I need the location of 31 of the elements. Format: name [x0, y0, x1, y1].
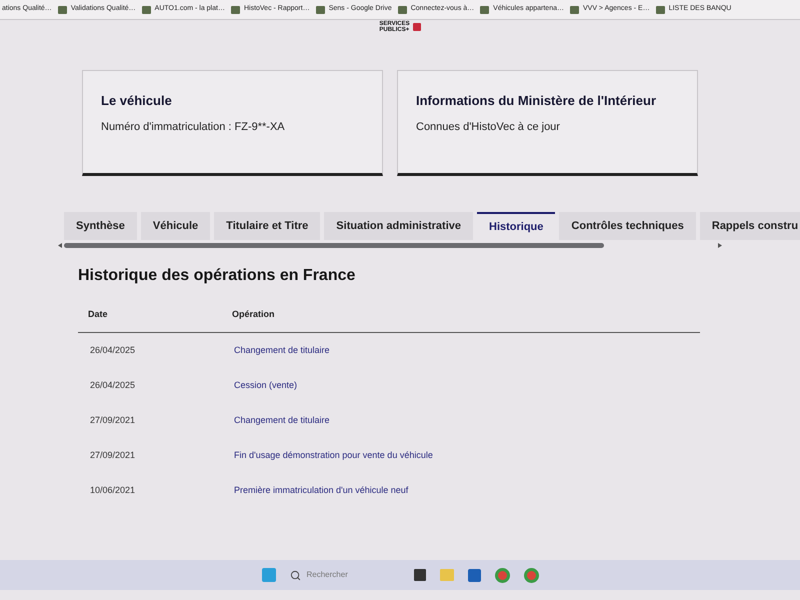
table-cell-text: Changement de titulaire: [234, 344, 331, 358]
scroll-left-icon[interactable]: [58, 242, 62, 248]
column-header: Opération: [232, 308, 276, 321]
column-header: Date: [88, 308, 109, 321]
card-title: Informations du Ministère de l'Intérieur: [416, 92, 658, 110]
card-title: Le véhicule: [101, 92, 173, 110]
card-text: Numéro d'immatriculation : FZ-9**-XA: [101, 120, 286, 134]
tab[interactable]: Rappels constru: [700, 212, 800, 240]
table-cell-text: 26/04/2025: [90, 344, 136, 358]
windows-start-icon[interactable]: [262, 568, 276, 582]
table-cell-text: Première immatriculation d'un véhicule neuf: [234, 484, 410, 498]
tab[interactable]: Véhicule: [140, 212, 210, 240]
search-icon: [290, 570, 300, 580]
table-cell-text: Changement de titulaire: [234, 414, 331, 428]
table-cell-text: Fin d'usage démonstration pour vente du véhicule: [234, 449, 434, 462]
tab[interactable]: Titulaire et Titre: [214, 212, 320, 240]
table-cell-text: Cession (vente): [234, 379, 298, 392]
scroll-right-icon[interactable]: [718, 242, 722, 248]
table-cell-text: 27/09/2021: [90, 414, 136, 428]
scrollbar-thumb[interactable]: [64, 242, 604, 248]
browser-icon[interactable]: [524, 568, 538, 582]
browser-icon[interactable]: [494, 568, 510, 582]
card-text: Connues d'HistoVec à ce jour: [416, 120, 561, 134]
tab[interactable]: Synthèse: [64, 212, 137, 240]
tab[interactable]: Contrôles techniques: [559, 212, 696, 240]
table-cell-text: 10/06/2021: [90, 484, 136, 498]
tab[interactable]: Situation administrative: [324, 212, 473, 240]
table-cell-text: 26/04/2025: [90, 379, 136, 392]
logo-icon: [412, 23, 421, 31]
table-cell-text: 27/09/2021: [90, 449, 136, 462]
section-title: Historique des opérations en France: [78, 266, 356, 286]
